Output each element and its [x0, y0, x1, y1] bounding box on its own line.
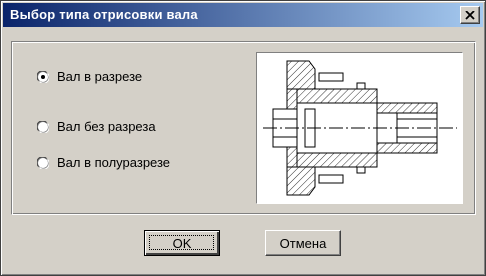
close-icon	[465, 10, 475, 20]
focus-rect	[149, 235, 214, 250]
cancel-button[interactable]: Отмена	[265, 230, 341, 256]
radio-label-no-section: Вал без разреза	[57, 119, 156, 134]
radio-button-checked[interactable]	[37, 70, 49, 83]
cancel-label: Отмена	[279, 235, 327, 251]
radio-option-section[interactable]: Вал в разрезе	[37, 69, 142, 84]
radio-label-half-section: Вал в полуразрезе	[57, 155, 171, 170]
radio-button[interactable]	[37, 120, 49, 133]
shaft-preview	[256, 52, 463, 204]
ok-button[interactable]: OK	[144, 230, 220, 256]
title-bar[interactable]: Выбор типа отрисовки вала	[3, 3, 483, 27]
radio-option-no-section[interactable]: Вал без разреза	[37, 119, 156, 134]
dialog-title: Выбор типа отрисовки вала	[10, 7, 198, 22]
radio-option-half-section[interactable]: Вал в полуразрезе	[37, 155, 170, 170]
shaft-drawing-dialog: Выбор типа отрисовки вала Вал в разрезе	[0, 0, 486, 276]
radio-label-section: Вал в разрезе	[57, 69, 143, 84]
radio-button[interactable]	[37, 156, 49, 169]
shaft-drawing-icon	[263, 60, 457, 196]
close-button[interactable]	[460, 6, 480, 24]
